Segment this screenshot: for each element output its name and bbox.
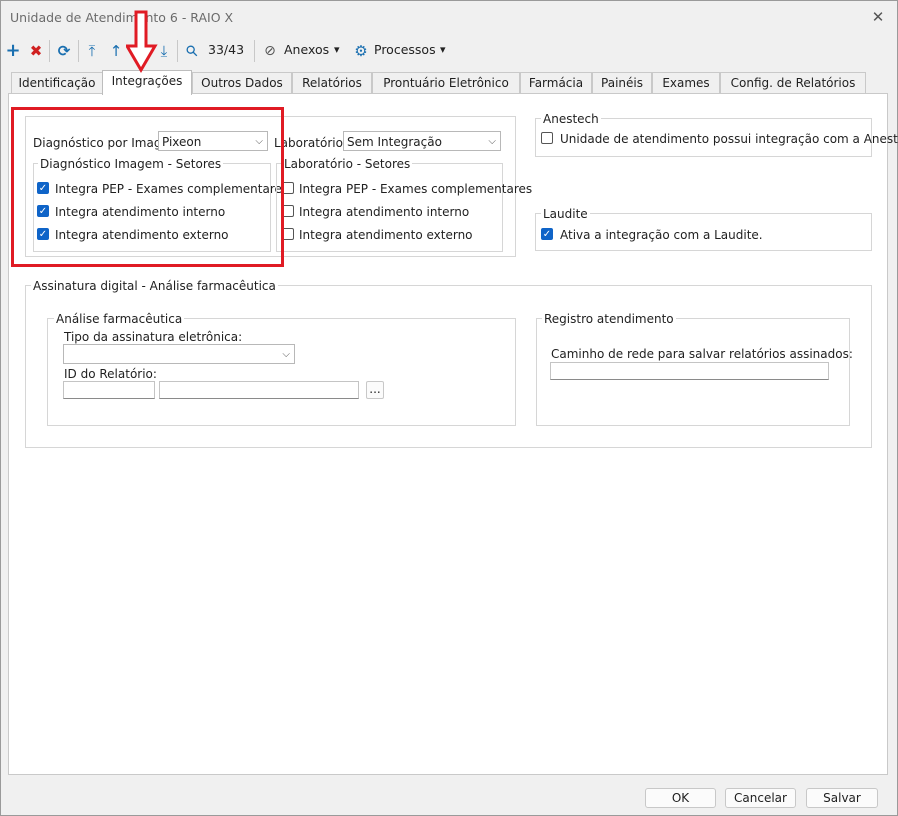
laboratory-select[interactable]: Sem Integração ⌵ (343, 131, 501, 151)
tab-prontuario-eletronico[interactable]: Prontuário Eletrônico (372, 72, 520, 94)
tab-label: Painéis (601, 76, 643, 90)
laboratory-sectors-title: Laboratório - Setores (282, 157, 413, 171)
tab-paineis[interactable]: Painéis (592, 72, 652, 94)
signature-title: Assinatura digital - Análise farmacêutic… (31, 279, 278, 293)
tab-config-relatorios[interactable]: Config. de Relatórios (720, 72, 866, 94)
chevron-down-icon[interactable]: ▾ (334, 43, 340, 56)
laboratory-pep-label: Integra PEP - Exames complementares (299, 182, 533, 196)
toolbar-separator (49, 40, 50, 62)
record-counter: 33/43 (208, 42, 245, 57)
pharma-analysis-title: Análise farmacêutica (54, 312, 185, 326)
refresh-icon[interactable]: ⟳ (54, 40, 74, 62)
tab-label: Prontuário Eletrônico (383, 76, 509, 90)
network-path-label: Caminho de rede para salvar relatórios a… (551, 347, 853, 361)
tab-label: Integrações (111, 74, 183, 88)
laboratory-external-label: Integra atendimento externo (299, 228, 473, 242)
laudite-title: Laudite (541, 207, 590, 221)
report-name-input[interactable] (159, 381, 359, 399)
report-id-label: ID do Relatório: (64, 367, 157, 381)
registry-title: Registro atendimento (542, 312, 676, 326)
tab-outros-dados[interactable]: Outros Dados (192, 72, 292, 94)
toolbar-separator (254, 40, 255, 62)
tab-exames[interactable]: Exames (652, 72, 720, 94)
laboratory-label: Laboratório: (274, 136, 347, 150)
attachments-menu[interactable]: Anexos (284, 42, 329, 57)
gear-icon[interactable]: ⚙ (352, 40, 370, 62)
chevron-down-icon: ⌵ (488, 136, 496, 147)
red-highlight-annotation (11, 107, 284, 267)
delete-icon[interactable]: ✖ (27, 40, 45, 62)
tab-relatorios[interactable]: Relatórios (292, 72, 372, 94)
cancel-button[interactable]: Cancelar (725, 788, 796, 808)
tab-label: Exames (662, 76, 710, 90)
first-record-icon[interactable]: ⤒ (83, 40, 101, 62)
red-arrow-annotation (126, 10, 158, 73)
tab-farmacia[interactable]: Farmácia (520, 72, 592, 94)
browse-report-button[interactable]: ... (366, 381, 384, 399)
search-icon[interactable]: ⚲ (177, 36, 207, 66)
tab-label: Identificação (18, 76, 96, 90)
tab-label: Farmácia (528, 76, 584, 90)
previous-record-icon[interactable]: ↑ (107, 40, 125, 62)
toolbar-separator (78, 40, 79, 62)
chevron-down-icon: ⌵ (282, 349, 290, 360)
anestech-option-label: Unidade de atendimento possui integração… (560, 132, 898, 146)
add-icon[interactable]: + (4, 40, 22, 62)
tab-label: Outros Dados (201, 76, 283, 90)
save-button[interactable]: Salvar (806, 788, 878, 808)
anestech-title: Anestech (541, 112, 601, 126)
close-icon[interactable]: ✕ (866, 6, 890, 28)
laboratory-internal-label: Integra atendimento interno (299, 205, 470, 219)
signature-type-select[interactable]: ⌵ (63, 344, 295, 364)
laboratory-select-value: Sem Integração (347, 135, 442, 149)
signature-type-label: Tipo da assinatura eletrônica: (64, 330, 243, 344)
tab-label: Config. de Relatórios (730, 76, 856, 90)
paperclip-icon[interactable]: ⊘ (262, 40, 278, 62)
window-title: Unidade de Atendimento 6 - RAIO X (10, 10, 234, 25)
network-path-input[interactable] (550, 362, 829, 380)
chevron-down-icon[interactable]: ▾ (440, 43, 446, 56)
laudite-checkbox[interactable]: ✓ (541, 228, 553, 240)
processes-menu[interactable]: Processos (374, 42, 436, 57)
ok-button[interactable]: OK (645, 788, 716, 808)
tab-identificacao[interactable]: Identificação (11, 72, 103, 94)
laudite-option-label: Ativa a integração com a Laudite. (560, 228, 763, 242)
anestech-checkbox[interactable] (541, 132, 553, 144)
report-id-input[interactable] (63, 381, 155, 399)
tab-label: Relatórios (302, 76, 362, 90)
